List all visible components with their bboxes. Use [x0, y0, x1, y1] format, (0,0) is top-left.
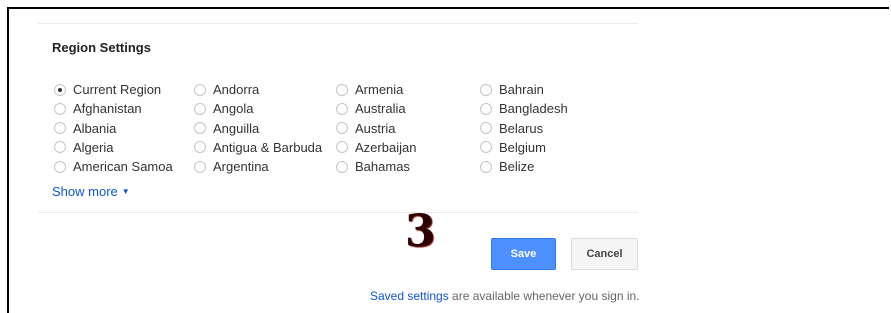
region-option[interactable]: Austria: [336, 119, 416, 138]
radio-unchecked-icon[interactable]: [54, 122, 66, 135]
region-option-label: Angola: [213, 101, 254, 117]
region-option[interactable]: Current Region: [54, 80, 173, 99]
region-column-4: Bahrain Bangladesh Belarus Belgium Belize: [480, 80, 568, 176]
top-divider: [38, 23, 638, 24]
region-option-label: Belarus: [499, 120, 544, 136]
region-option[interactable]: Bahrain: [480, 80, 568, 99]
caret-down-icon: ▼: [121, 187, 130, 196]
region-option-label: Belize: [499, 159, 535, 175]
region-option-label: Argentina: [213, 159, 269, 175]
radio-unchecked-icon[interactable]: [480, 83, 492, 96]
radio-unchecked-icon[interactable]: [54, 141, 66, 154]
region-option[interactable]: Belgium: [480, 138, 568, 157]
region-option-label: Australia: [355, 101, 406, 117]
radio-unchecked-icon[interactable]: [336, 102, 348, 115]
radio-unchecked-icon[interactable]: [194, 102, 206, 115]
region-option[interactable]: Belarus: [480, 119, 568, 138]
step-annotation: 3: [405, 206, 436, 257]
saved-settings-link[interactable]: Saved settings: [370, 289, 449, 303]
region-option-label: Antigua & Barbuda: [213, 139, 323, 155]
region-column-1: Current Region Afghanistan Albania Algeria A…: [54, 80, 173, 176]
radio-unchecked-icon[interactable]: [54, 160, 66, 173]
region-option[interactable]: Belize: [480, 157, 568, 176]
cancel-button[interactable]: Cancel: [571, 238, 638, 270]
region-option[interactable]: Armenia: [336, 80, 416, 99]
region-option[interactable]: Bahamas: [336, 157, 416, 176]
region-option[interactable]: Albania: [54, 119, 173, 138]
radio-unchecked-icon[interactable]: [194, 122, 206, 135]
radio-unchecked-icon[interactable]: [194, 83, 206, 96]
region-option-label: Algeria: [73, 139, 114, 155]
region-column-2: Andorra Angola Anguilla Antigua & Barbuda Ar…: [194, 80, 322, 176]
region-option-label: Andorra: [213, 82, 260, 98]
radio-unchecked-icon[interactable]: [336, 122, 348, 135]
show-more-link[interactable]: Show more ▼: [52, 184, 130, 199]
region-option[interactable]: Andorra: [194, 80, 322, 99]
radio-unchecked-icon[interactable]: [54, 102, 66, 115]
radio-checked-icon[interactable]: [54, 83, 66, 96]
show-more-label: Show more: [52, 184, 118, 199]
section-title: Region Settings: [52, 40, 151, 55]
region-option-label: Belgium: [499, 139, 546, 155]
radio-unchecked-icon[interactable]: [194, 160, 206, 173]
region-option-label: Bahamas: [355, 159, 410, 175]
radio-unchecked-icon[interactable]: [336, 83, 348, 96]
save-button[interactable]: Save: [491, 238, 556, 270]
region-option-label: Albania: [73, 120, 117, 136]
region-option-label: American Samoa: [73, 159, 173, 175]
region-option-label: Afghanistan: [73, 101, 142, 117]
region-option[interactable]: Bangladesh: [480, 99, 568, 118]
region-option[interactable]: Azerbaijan: [336, 138, 416, 157]
region-option-label: Bangladesh: [499, 101, 568, 117]
region-option-label: Current Region: [73, 82, 162, 98]
radio-unchecked-icon[interactable]: [194, 141, 206, 154]
footer-note-text: are available whenever you sign in.: [448, 289, 640, 303]
region-option-label: Bahrain: [499, 82, 544, 98]
region-option[interactable]: Anguilla: [194, 119, 322, 138]
section-divider: [38, 212, 638, 213]
region-column-3: Armenia Australia Austria Azerbaijan Bahamas: [336, 80, 416, 176]
region-option-label: Armenia: [355, 82, 404, 98]
region-option-label: Azerbaijan: [355, 139, 417, 155]
radio-unchecked-icon[interactable]: [336, 141, 348, 154]
region-option[interactable]: Antigua & Barbuda: [194, 138, 322, 157]
radio-unchecked-icon[interactable]: [480, 141, 492, 154]
footer-note: Saved settings are available whenever yo…: [370, 289, 640, 303]
region-option-label: Anguilla: [213, 120, 260, 136]
region-option[interactable]: Australia: [336, 99, 416, 118]
region-option[interactable]: Afghanistan: [54, 99, 173, 118]
region-option[interactable]: Angola: [194, 99, 322, 118]
radio-unchecked-icon[interactable]: [480, 102, 492, 115]
region-option[interactable]: American Samoa: [54, 157, 173, 176]
radio-unchecked-icon[interactable]: [480, 122, 492, 135]
region-option[interactable]: Algeria: [54, 138, 173, 157]
region-option[interactable]: Argentina: [194, 157, 322, 176]
region-option-label: Austria: [355, 120, 396, 136]
radio-unchecked-icon[interactable]: [336, 160, 348, 173]
radio-unchecked-icon[interactable]: [480, 160, 492, 173]
